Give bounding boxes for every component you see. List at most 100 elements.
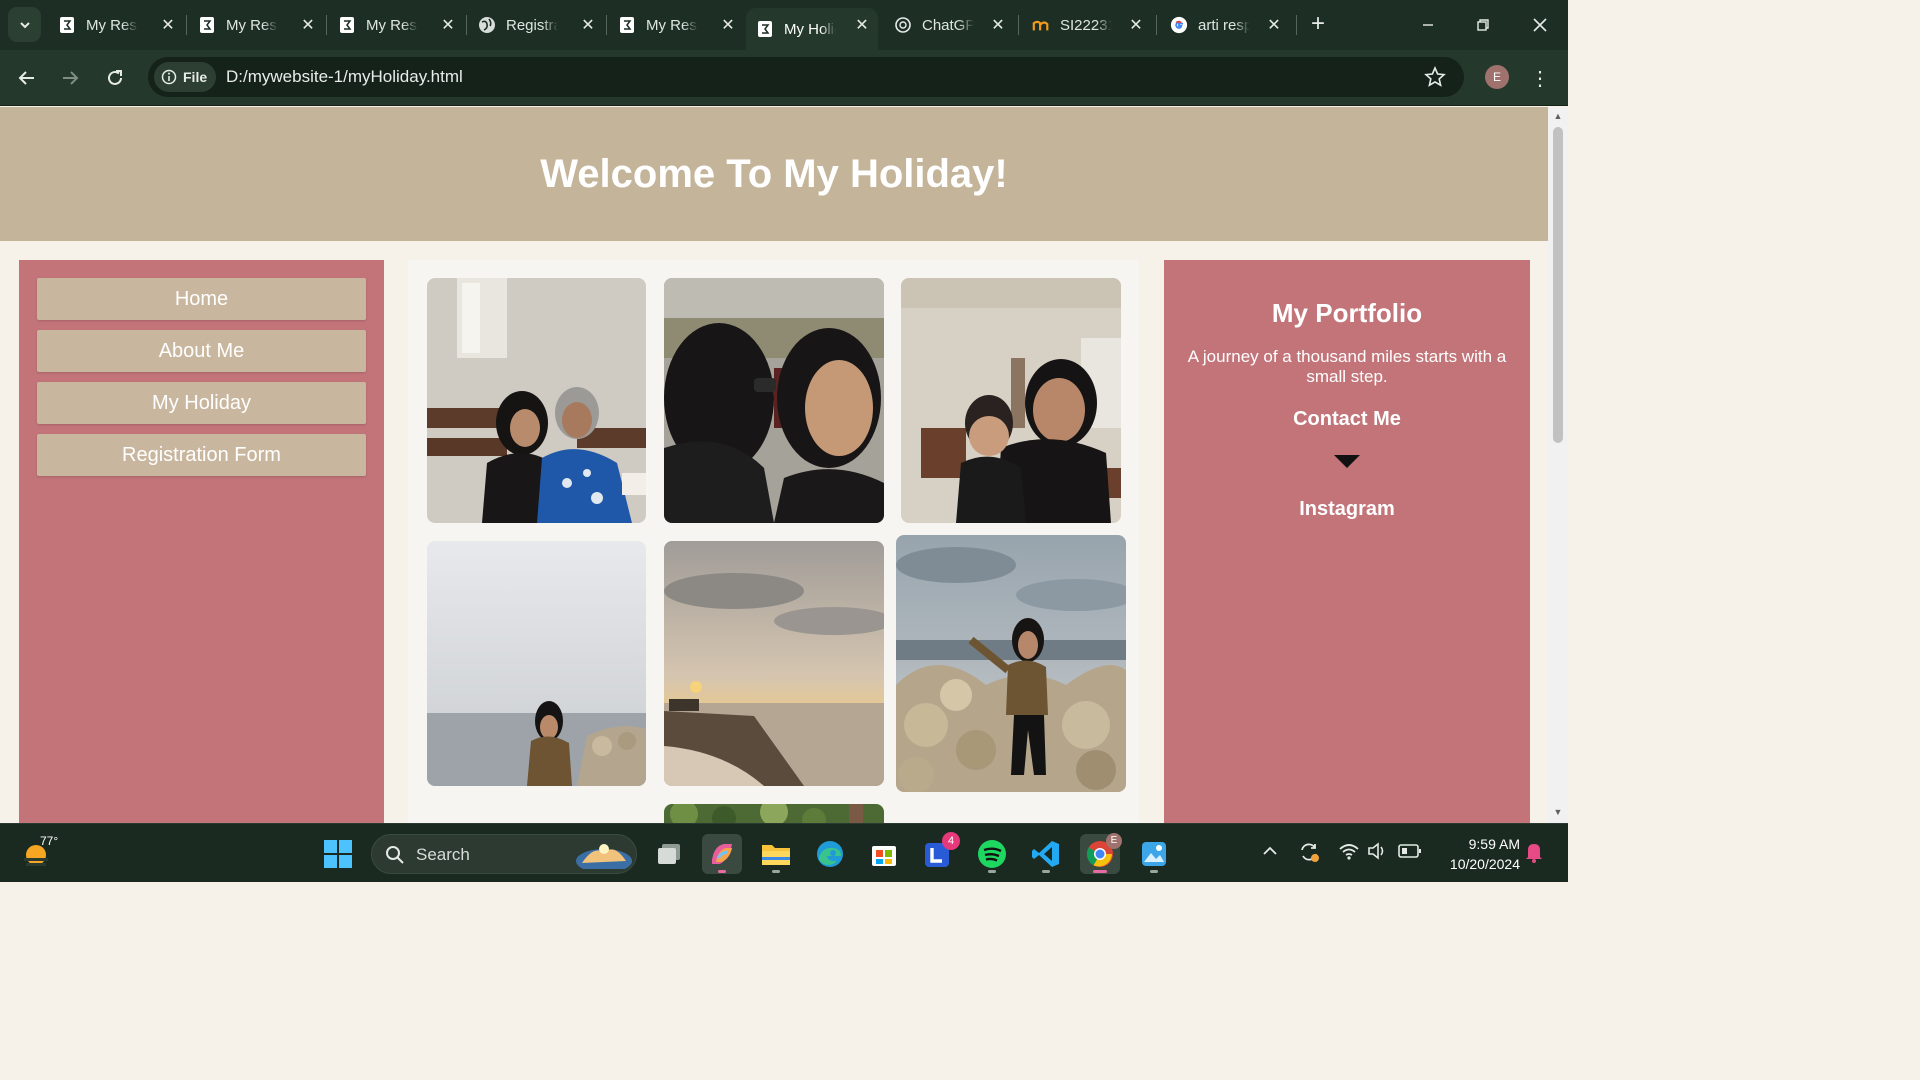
globe-icon: [478, 16, 496, 34]
restore-icon: [1477, 19, 1489, 31]
tab-divider: [186, 15, 187, 35]
page-scrollbar[interactable]: ▲ ▼: [1548, 107, 1568, 823]
close-tab-icon[interactable]: ✕: [578, 15, 598, 35]
browser-tab[interactable]: My Respons ✕: [198, 8, 324, 42]
weather-widget[interactable]: 77°: [20, 832, 70, 872]
task-view-icon[interactable]: [649, 834, 689, 874]
browser-tab[interactable]: My Respons ✕: [58, 8, 184, 42]
taskbar: 77° Search 4 E 9:59 AM 10/20/2024: [0, 823, 1568, 882]
chrome-icon[interactable]: E: [1080, 833, 1122, 874]
sync-icon[interactable]: [1298, 841, 1320, 868]
start-button[interactable]: [318, 834, 358, 874]
show-hidden-icons-chevron-icon[interactable]: [1262, 844, 1278, 862]
active-indicator: [1150, 870, 1158, 873]
browser-tab[interactable]: ChatGPT ✕: [894, 8, 1014, 42]
notification-count-badge: 4: [942, 832, 960, 850]
active-indicator: [772, 870, 780, 873]
page-title: Welcome To My Holiday!: [540, 151, 1008, 196]
tab-title: My Holiday: [784, 20, 836, 38]
back-button[interactable]: [12, 63, 42, 93]
browser-tab[interactable]: My Respons ✕: [618, 8, 744, 42]
bookmark-star-icon[interactable]: [1424, 65, 1446, 93]
search-icon: [386, 846, 404, 864]
arrow-right-icon: [63, 71, 79, 85]
tab-divider: [466, 15, 467, 35]
close-window-button[interactable]: [1525, 10, 1555, 40]
browser-tab[interactable]: arti respons ✕: [1170, 8, 1290, 42]
windows-logo-icon: [324, 840, 352, 868]
tab-title: ChatGPT: [922, 16, 974, 34]
photo-trees-partial[interactable]: [664, 804, 884, 823]
tab-title: Registratio: [506, 16, 558, 34]
browser-tab[interactable]: My Respons ✕: [338, 8, 464, 42]
photo-gallery: [408, 260, 1139, 823]
new-tab-button[interactable]: +: [1304, 10, 1332, 38]
restore-button[interactable]: [1468, 10, 1498, 40]
close-tab-icon[interactable]: ✕: [1264, 15, 1284, 35]
browser-tab[interactable]: Registratio ✕: [478, 8, 604, 42]
instagram-link[interactable]: Instagram: [1164, 498, 1530, 521]
moodle-icon: [1032, 16, 1050, 34]
nav-my-holiday[interactable]: My Holiday: [37, 382, 366, 424]
clock-date: 10/20/2024: [1449, 856, 1520, 872]
dropdown-caret-icon[interactable]: [1334, 455, 1360, 468]
profile-avatar[interactable]: E: [1485, 65, 1509, 89]
photo-on-rocks[interactable]: [896, 535, 1126, 792]
notification-bell-icon[interactable]: [1524, 841, 1544, 868]
close-tab-icon[interactable]: ✕: [438, 15, 458, 35]
tab-divider: [1296, 15, 1297, 35]
close-tab-icon[interactable]: ✕: [1126, 15, 1146, 35]
photo-selfie-outdoor[interactable]: [664, 278, 884, 523]
photo-with-baby[interactable]: [901, 278, 1121, 523]
photo-sunset-shore[interactable]: [664, 541, 884, 786]
chrome-profile-badge: E: [1106, 833, 1122, 849]
close-tab-icon[interactable]: ✕: [158, 15, 178, 35]
close-tab-icon[interactable]: ✕: [988, 15, 1008, 35]
spotify-icon[interactable]: [972, 834, 1012, 874]
scroll-down-arrow-icon[interactable]: ▼: [1553, 807, 1563, 817]
active-indicator: [1042, 870, 1050, 873]
active-indicator: [988, 870, 996, 873]
photos-app-icon[interactable]: [1134, 834, 1174, 874]
scroll-thumb[interactable]: [1553, 127, 1563, 443]
nav-registration-form[interactable]: Registration Form: [37, 434, 366, 476]
file-explorer-icon[interactable]: [756, 834, 796, 874]
taskbar-search[interactable]: Search: [371, 834, 637, 874]
browser-tab-active[interactable]: My Holiday ✕: [746, 8, 878, 50]
reload-button[interactable]: [100, 63, 130, 93]
page-icon: [338, 16, 356, 34]
copilot-icon[interactable]: [702, 834, 742, 874]
browser-tab[interactable]: SI22231 ✕: [1032, 8, 1152, 42]
forward-button[interactable]: [55, 63, 85, 93]
minimize-button[interactable]: [1413, 10, 1443, 40]
chevron-down-icon: [19, 21, 30, 28]
nav-home[interactable]: Home: [37, 278, 366, 320]
photo-seaside-cloudy[interactable]: [427, 541, 646, 786]
edge-icon[interactable]: [810, 834, 850, 874]
clock[interactable]: 9:59 AM 10/20/2024: [1432, 834, 1520, 874]
photo-family-indoor[interactable]: [427, 278, 646, 523]
url-text[interactable]: D:/mywebsite-1/myHoliday.html: [226, 67, 463, 87]
microsoft-store-icon[interactable]: [864, 834, 904, 874]
close-tab-icon[interactable]: ✕: [298, 15, 318, 35]
site-info-chip[interactable]: File: [154, 62, 216, 92]
contact-me-heading[interactable]: Contact Me: [1164, 408, 1530, 431]
tab-title: SI22231: [1060, 16, 1112, 34]
vscode-icon[interactable]: [1026, 834, 1066, 874]
weather-temperature: 77°: [40, 834, 59, 848]
battery-icon[interactable]: [1398, 843, 1422, 864]
volume-icon[interactable]: [1367, 841, 1389, 866]
chatgpt-icon: [894, 16, 912, 34]
browser-menu-icon[interactable]: ⋮: [1530, 63, 1550, 93]
close-tab-icon[interactable]: ✕: [852, 15, 872, 35]
scroll-up-arrow-icon[interactable]: ▲: [1553, 111, 1563, 121]
address-bar[interactable]: File D:/mywebsite-1/myHoliday.html: [148, 57, 1464, 97]
close-tab-icon[interactable]: ✕: [718, 15, 738, 35]
site-chip-label: File: [183, 69, 208, 85]
nav-about-me[interactable]: About Me: [37, 330, 366, 372]
clock-time: 9:59 AM: [1468, 836, 1520, 852]
tab-search-button[interactable]: [8, 7, 41, 42]
active-indicator: [718, 870, 726, 873]
wifi-icon[interactable]: [1338, 841, 1360, 866]
l-app-icon[interactable]: 4: [918, 832, 960, 874]
